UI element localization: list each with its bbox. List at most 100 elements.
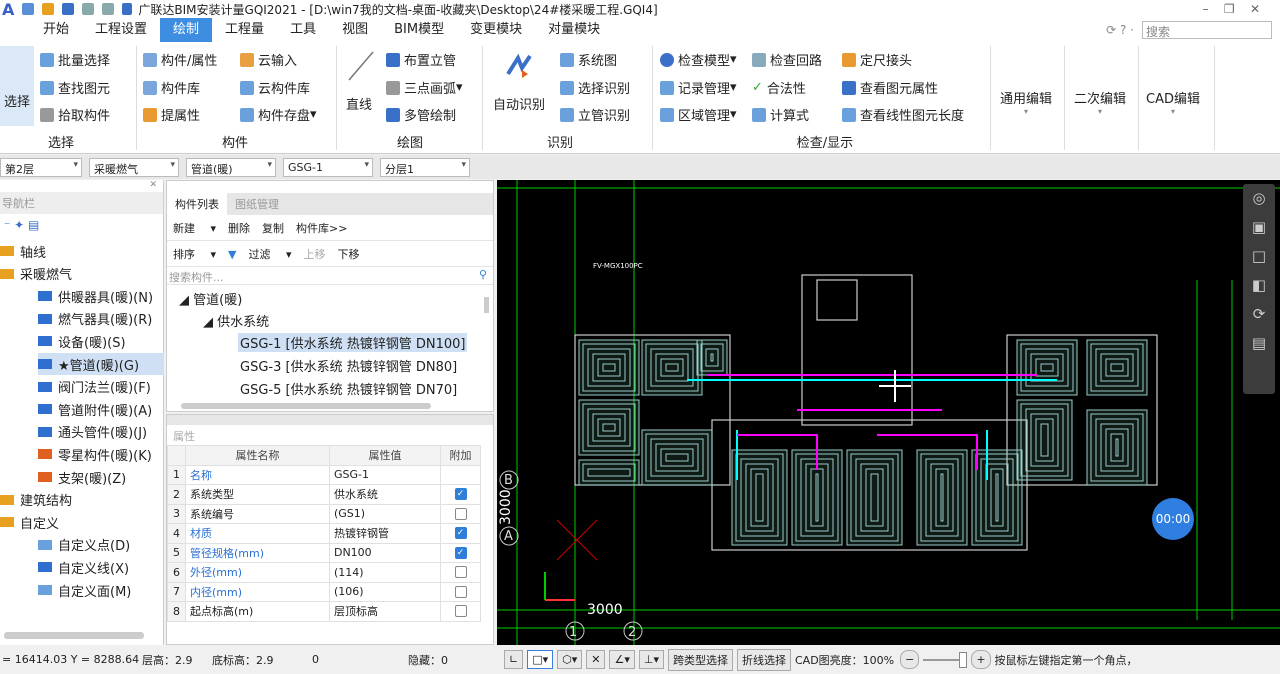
riser-button[interactable]: 布置立管	[386, 50, 456, 69]
extra-checkbox[interactable]	[454, 507, 467, 520]
nav-item[interactable]: 管道附件(暖)(A)	[38, 398, 152, 420]
save-icon[interactable]	[62, 3, 75, 15]
nav-item[interactable]: 自定义	[0, 511, 59, 533]
redo-icon[interactable]	[102, 3, 115, 15]
help-icons[interactable]: ⟳ ? ·	[1106, 23, 1134, 37]
extra-checkbox[interactable]: ✓	[454, 488, 467, 501]
property-value[interactable]: 层顶标高	[328, 601, 442, 622]
extra-checkbox[interactable]: ✓	[454, 546, 467, 559]
extract-attr-button[interactable]: 提属性	[143, 105, 200, 124]
view-toolbar[interactable]: ◎ ▣ □ ◧ ⟳ ▤	[1243, 184, 1275, 394]
nav-item[interactable]: 燃气器具(暖)(R)	[38, 308, 152, 330]
tab-quantity[interactable]: 工程量	[212, 18, 277, 42]
horizontal-scrollbar[interactable]	[4, 632, 144, 639]
comp-lib-button[interactable]: 构件库	[143, 78, 200, 97]
cross-type-select-button[interactable]: 跨类型选择	[667, 648, 733, 671]
extra-checkbox[interactable]: ✓	[454, 527, 467, 540]
filter-button[interactable]: ▼ 过滤 ▾	[228, 246, 292, 262]
pick-component-button[interactable]: 拾取构件	[40, 105, 110, 124]
cad-edit-button[interactable]: CAD编辑 ▾	[1146, 88, 1200, 116]
tab-drawing-manage[interactable]: 图纸管理	[227, 193, 287, 215]
tree-item-gsg5[interactable]: GSG-5 [供水系统 热镀锌钢管 DN70]	[240, 379, 457, 398]
legality-button[interactable]: ✓ 合法性	[752, 78, 806, 97]
fixed-joint-button[interactable]: 定尺接头	[842, 50, 912, 69]
property-value[interactable]: (GS1)	[328, 503, 442, 524]
arc-button[interactable]: 三点画弧 ▾	[386, 78, 463, 97]
layer-select[interactable]: 分层1	[380, 157, 470, 177]
property-row[interactable]: 8 起点标高(m) 层顶标高	[167, 601, 481, 622]
snap-button[interactable]: □▾	[527, 650, 554, 669]
window-controls[interactable]: – ❐ ✕	[1203, 2, 1260, 16]
tab-view[interactable]: 视图	[329, 18, 381, 42]
layer-button[interactable]: ⊥▾	[638, 650, 664, 669]
component-select[interactable]: GSG-1	[283, 157, 373, 177]
view-length-button[interactable]: 查看线性图元长度	[842, 105, 964, 124]
nav-item[interactable]: 零星构件(暖)(K)	[38, 443, 152, 465]
find-element-button[interactable]: 查找图元	[40, 78, 110, 97]
brightness-increase[interactable]: +	[971, 650, 991, 669]
tree-item-gsg3[interactable]: GSG-3 [供水系统 热镀锌钢管 DN80]	[240, 356, 457, 375]
system-diagram-button[interactable]: 系统图	[560, 50, 617, 69]
nav-item[interactable]: 设备(暖)(S)	[38, 330, 126, 352]
nav-item[interactable]: 通头管件(暖)(J)	[38, 421, 147, 443]
property-row[interactable]: 2 系统类型 供水系统 ✓	[167, 484, 481, 505]
auto-recognize-button[interactable]: 自动识别	[493, 94, 545, 113]
extra-checkbox[interactable]	[454, 585, 467, 598]
property-value[interactable]: (114)	[328, 562, 442, 583]
vertical-scrollbar[interactable]	[484, 297, 489, 313]
cad-canvas[interactable]: B A 1 2 3000 3000 FV-MGX100PC ◎ ▣ □ ◧ ⟳ ▤ 00:…	[497, 180, 1280, 645]
property-row[interactable]: 6 外径(mm) (114)	[167, 562, 481, 583]
property-value[interactable]: 热镀锌钢管	[328, 523, 442, 544]
tab-project-settings[interactable]: 工程设置	[82, 18, 160, 42]
nav-item[interactable]: ★管道(暖)(G)	[38, 353, 164, 375]
tree-node-supply[interactable]: ◢ 供水系统	[203, 311, 269, 330]
new-button[interactable]: 新建 ▾	[173, 220, 216, 236]
record-manage-button[interactable]: 记录管理 ▾	[660, 78, 737, 97]
tab-compare-module[interactable]: 对量模块	[535, 18, 613, 42]
comp-lib-link[interactable]: 构件库>>	[296, 220, 347, 236]
riser-recognize-button[interactable]: 立管识别	[560, 105, 630, 124]
check-loop-button[interactable]: 检查回路	[752, 50, 822, 69]
property-value[interactable]: DN100	[328, 542, 442, 563]
property-value[interactable]: (106)	[328, 581, 442, 602]
floor-plan-drawing[interactable]: B A 1 2 3000 3000 FV-MGX100PC	[497, 180, 1280, 645]
general-edit-button[interactable]: 通用编辑 ▾	[1000, 88, 1052, 116]
tab-start[interactable]: 开始	[30, 18, 82, 42]
property-row[interactable]: 7 内径(mm) (106)	[167, 581, 481, 602]
search-component-input[interactable]: 搜索构件... ⚲	[167, 267, 493, 285]
secondary-edit-button[interactable]: 二次编辑 ▾	[1074, 88, 1126, 116]
batch-select-button[interactable]: 批量选择	[40, 50, 110, 69]
undo-icon[interactable]	[82, 3, 95, 15]
delete-button[interactable]: 删除	[228, 220, 250, 236]
nav-item[interactable]: 支架(暖)(Z)	[38, 466, 126, 488]
component-type-select[interactable]: 管道(暖)	[186, 157, 276, 177]
move-up-button[interactable]: 上移	[304, 246, 326, 262]
discipline-select[interactable]: 采暖燃气	[89, 157, 179, 177]
polyline-select-button[interactable]: 折线选择	[736, 648, 791, 671]
move-down-button[interactable]: 下移	[338, 246, 360, 262]
ortho-button[interactable]: ∟	[504, 650, 524, 669]
comp-save-button[interactable]: 构件存盘 ▾	[240, 105, 317, 124]
view-cube-icons[interactable]: ◎ ▣ □ ◧ ⟳ ▤	[1243, 184, 1275, 358]
comp-attr-button[interactable]: 构件/属性	[143, 50, 217, 69]
tab-draw[interactable]: 绘制	[160, 18, 213, 42]
tree-node-pipe[interactable]: ◢ 管道(暖)	[179, 289, 242, 308]
property-row[interactable]: 4 材质 热镀锌钢管 ✓	[167, 523, 481, 544]
sum-icon[interactable]	[122, 3, 133, 15]
brightness-slider[interactable]	[923, 651, 968, 668]
nav-item[interactable]: 自定义面(M)	[38, 579, 131, 601]
area-manage-button[interactable]: 区域管理 ▾	[660, 105, 737, 124]
sort-button[interactable]: 排序 ▾	[173, 246, 216, 262]
open-icon[interactable]	[42, 3, 55, 15]
nav-item[interactable]: 阀门法兰(暖)(F)	[38, 376, 151, 398]
nav-item[interactable]: 自定义点(D)	[38, 534, 130, 556]
brightness-decrease[interactable]: −	[900, 650, 920, 669]
formula-button[interactable]: 计算式	[752, 105, 809, 124]
floor-select[interactable]: 第2层	[0, 157, 82, 177]
property-value[interactable]: 供水系统	[328, 484, 442, 505]
nav-toolbar[interactable]: ⁻ ✦ ▤	[0, 214, 163, 238]
select-button[interactable]: 选择	[0, 46, 34, 126]
nav-item[interactable]: 供暖器具(暖)(N)	[38, 285, 153, 307]
angle-button[interactable]: ∠▾	[609, 650, 635, 669]
horizontal-scrollbar[interactable]	[181, 403, 431, 409]
